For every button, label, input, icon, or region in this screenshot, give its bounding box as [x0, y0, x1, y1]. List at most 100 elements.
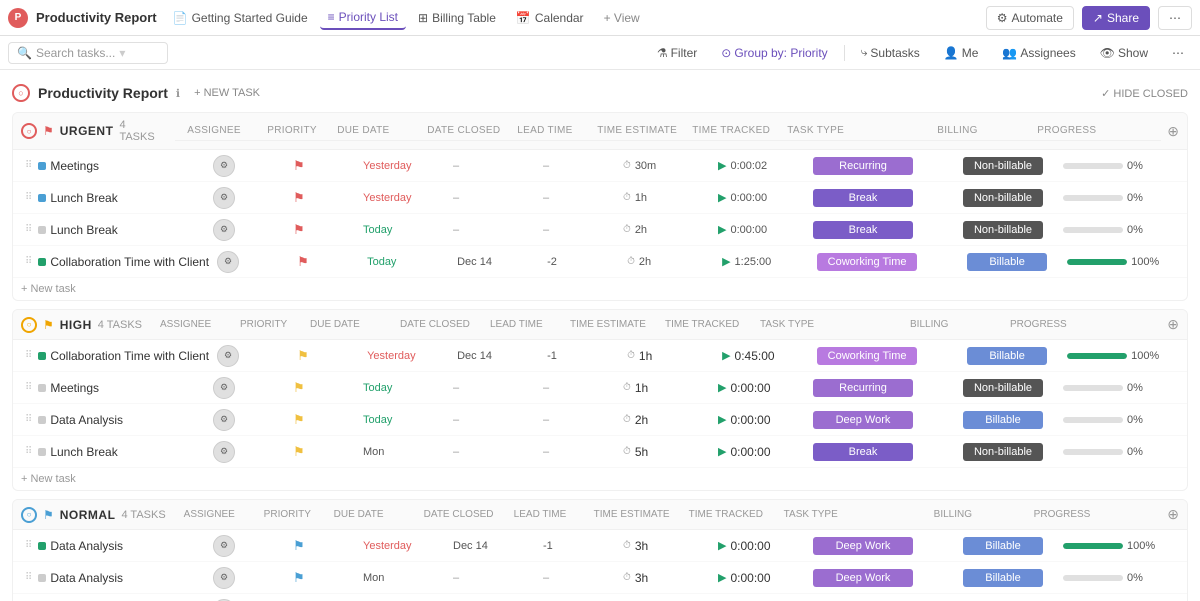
new-task-row-urgent[interactable]: + New task [13, 278, 1187, 300]
due-date-value: Mon [363, 572, 384, 584]
date-closed-value: – [453, 446, 459, 458]
task-name[interactable]: Lunch Break [50, 191, 117, 205]
task-name[interactable]: Data Analysis [50, 413, 123, 427]
priority-flag-icon[interactable]: ⚑ [293, 412, 305, 428]
progress-bar [1067, 353, 1127, 359]
priority-flag-icon[interactable]: ⚑ [297, 254, 309, 270]
priority-flag-icon[interactable]: ⚑ [293, 444, 305, 460]
hide-closed-button[interactable]: ✓ HIDE CLOSED [1101, 87, 1188, 100]
section-add-icon-high[interactable]: ⊕ [1167, 316, 1179, 333]
time-tracked-value: 0:00:00 [730, 413, 770, 427]
priority-flag-icon[interactable]: ⚑ [293, 222, 305, 238]
time-tracked-value: 0:00:00 [730, 381, 770, 395]
new-task-button[interactable]: + NEW TASK [188, 85, 266, 101]
subtasks-button[interactable]: ⤷ Subtasks [853, 42, 928, 63]
automate-button[interactable]: ⚙ Automate [986, 6, 1074, 30]
avatar[interactable]: ⚙ [213, 377, 235, 399]
avatar[interactable]: ⚙ [213, 409, 235, 431]
progress-text: 0% [1127, 160, 1151, 172]
priority-flag-icon[interactable]: ⚑ [293, 380, 305, 396]
task-name[interactable]: Data Analysis [50, 571, 123, 585]
avatar[interactable]: ⚙ [213, 155, 235, 177]
divider [844, 45, 845, 61]
project-status-icon: ○ [12, 84, 30, 102]
progress-cell: 0% [1059, 224, 1179, 236]
show-button[interactable]: 👁 Show [1092, 43, 1156, 63]
drag-handle[interactable]: ⠿ [25, 160, 32, 171]
search-box[interactable]: 🔍 Search tasks... ▾ [8, 42, 168, 64]
drag-handle[interactable]: ⠿ [25, 192, 32, 203]
lead-time-cell: – [539, 572, 619, 584]
lead-time-value: -2 [547, 256, 557, 268]
lead-time-value: -1 [543, 540, 553, 552]
task-name[interactable]: Data Analysis [50, 539, 123, 553]
avatar[interactable]: ⚙ [213, 441, 235, 463]
drag-handle[interactable]: ⠿ [25, 572, 32, 583]
tab-priority-list[interactable]: ≡ Priority List [320, 6, 406, 30]
progress-cell: 100% [1063, 256, 1183, 268]
task-color-dot [38, 574, 46, 582]
tab-billing-table[interactable]: ⊞ Billing Table [410, 7, 504, 29]
section-name-high: HIGH [60, 318, 92, 332]
section-status-icon-normal: ○ [21, 507, 37, 523]
info-icon[interactable]: ℹ [176, 87, 180, 100]
share-button[interactable]: ↗ Share [1082, 6, 1150, 30]
time-tracked-value: 0:45:00 [735, 349, 775, 363]
billing-badge: Non-billable [963, 379, 1043, 397]
avatar[interactable]: ⚙ [217, 251, 239, 273]
priority-flag-icon[interactable]: ⚑ [297, 348, 309, 364]
drag-handle[interactable]: ⠿ [25, 256, 32, 267]
priority-flag-icon[interactable]: ⚑ [293, 570, 305, 586]
task-color-dot [38, 448, 46, 456]
avatar[interactable]: ⚙ [213, 219, 235, 241]
filter-button[interactable]: ⚗ Filter [649, 43, 705, 63]
avatar[interactable]: ⚙ [217, 345, 239, 367]
task-name[interactable]: Lunch Break [50, 223, 117, 237]
more-button[interactable]: ⋯ [1164, 43, 1192, 63]
progress-text: 0% [1127, 446, 1151, 458]
task-name[interactable]: Collaboration Time with Client [50, 349, 209, 363]
lead-time-cell: – [539, 160, 619, 172]
search-dropdown-icon: ▾ [119, 46, 125, 60]
task-name[interactable]: Meetings [50, 159, 99, 173]
tab-calendar[interactable]: 📅 Calendar [508, 7, 592, 29]
automate-icon: ⚙ [997, 11, 1008, 25]
section-add-icon-normal[interactable]: ⊕ [1167, 506, 1179, 523]
table-row: ⠿ Lunch Break ⚙ ⚑ Mon – – ⏱5h ▶0:00:00 B… [13, 436, 1187, 468]
progress-bar [1063, 575, 1123, 581]
task-name[interactable]: Collaboration Time with Client [50, 255, 209, 269]
avatar[interactable]: ⚙ [213, 187, 235, 209]
new-task-row-high[interactable]: + New task [13, 468, 1187, 490]
task-type-badge: Coworking Time [817, 347, 917, 365]
billing-badge: Non-billable [963, 221, 1043, 239]
priority-cell: ⚑ [289, 444, 359, 460]
avatar[interactable]: ⚙ [213, 567, 235, 589]
priority-flag-icon[interactable]: ⚑ [293, 538, 305, 554]
task-name[interactable]: Lunch Break [50, 445, 117, 459]
more-options-button[interactable]: ⋯ [1158, 6, 1192, 30]
avatar[interactable]: ⚙ [213, 535, 235, 557]
drag-handle[interactable]: ⠿ [25, 540, 32, 551]
drag-handle[interactable]: ⠿ [25, 350, 32, 361]
assignees-button[interactable]: 👥 Assignees [994, 43, 1083, 63]
drag-handle[interactable]: ⠿ [25, 414, 32, 425]
drag-handle[interactable]: ⠿ [25, 382, 32, 393]
drag-handle[interactable]: ⠿ [25, 224, 32, 235]
add-view-button[interactable]: + View [596, 7, 648, 29]
priority-flag-icon[interactable]: ⚑ [293, 158, 305, 174]
clock-icon: ⏱ [623, 192, 631, 203]
task-name[interactable]: Meetings [50, 381, 99, 395]
play-icon: ▶ [718, 381, 726, 394]
time-tracked-value: 0:00:02 [730, 160, 767, 172]
due-date-cell: Yesterday [359, 192, 449, 204]
time-tracked-value: 1:25:00 [735, 256, 772, 268]
tab-getting-started[interactable]: 📄 Getting Started Guide [165, 7, 316, 29]
section-add-icon-urgent[interactable]: ⊕ [1167, 123, 1179, 140]
date-closed-value: – [453, 224, 459, 236]
billing-badge: Non-billable [963, 189, 1043, 207]
group-by-button[interactable]: ⊙ Group by: Priority [713, 43, 835, 63]
progress-text: 0% [1127, 224, 1151, 236]
me-button[interactable]: 👤 Me [936, 43, 987, 63]
drag-handle[interactable]: ⠿ [25, 446, 32, 457]
priority-flag-icon[interactable]: ⚑ [293, 190, 305, 206]
